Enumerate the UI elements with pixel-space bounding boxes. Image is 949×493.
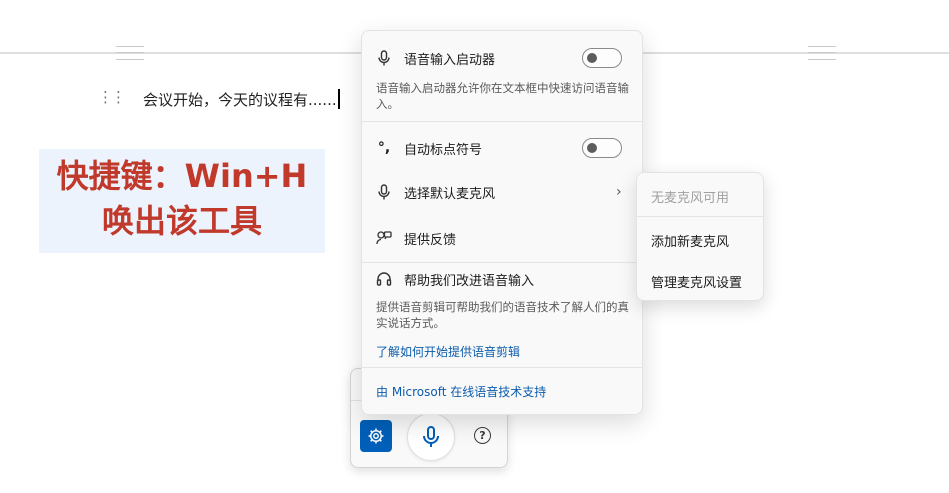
select-microphone-label: 选择默认麦克风 [404,186,496,202]
feedback-icon [376,230,392,246]
launcher-description: 语音输入启动器允许你在文本框中快速访问语音输入。 [376,81,629,111]
improve-voice-description: 提供语音剪辑可帮助我们的语音技术了解人们的真实说话方式。 [376,300,629,330]
chevron-right-icon: › [616,184,622,200]
auto-punctuation-label: 自动标点符号 [404,142,483,158]
add-microphone-item[interactable]: 添加新麦克风 [651,231,729,250]
select-microphone-item[interactable]: 选择默认麦克风 › [362,181,642,203]
feedback-item[interactable]: 提供反馈 [362,227,642,249]
voice-settings-menu: 语音输入启动器 语音输入启动器允许你在文本框中快速访问语音输入。 °, 自动标点… [361,30,643,415]
submenu-separator [637,216,763,217]
improve-voice-row: 帮助我们改进语音输入 [362,268,642,290]
banner-line-2: 唤出该工具 [101,202,262,240]
microphone-button[interactable] [407,413,455,461]
headset-icon [376,271,392,287]
menu-separator [362,367,642,368]
text-caret [337,89,340,109]
learn-voice-clips-link[interactable]: 了解如何开始提供语音剪辑 [376,343,520,360]
menu-separator [362,262,642,263]
document-text: 会议开始，今天的议程有...... [143,91,337,109]
banner-line-1: 快捷键：Win+H [56,157,308,195]
punctuation-icon: °, [377,140,391,156]
drag-handle-icon[interactable]: ⋮⋮ [98,88,126,106]
launcher-row: 语音输入启动器 [362,47,642,69]
shortcut-banner: 快捷键：Win+H 唤出该工具 [39,149,325,253]
launcher-label: 语音输入启动器 [404,52,496,68]
microphone-icon [376,184,392,200]
feedback-label: 提供反馈 [404,232,457,248]
auto-punctuation-toggle[interactable] [582,138,622,158]
microphone-icon [423,426,439,447]
document-text-line[interactable]: 会议开始，今天的议程有...... [143,89,340,110]
powered-by-microsoft-link[interactable]: 由 Microsoft 在线语音技术支持 [376,383,546,400]
no-microphone-item: 无麦克风可用 [651,191,730,206]
menu-separator [362,121,642,122]
help-button[interactable]: ? [474,427,491,444]
auto-punctuation-row[interactable]: °, 自动标点符号 [362,137,642,159]
margin-marker-left [116,46,144,60]
microphone-icon [376,50,392,66]
manage-microphone-settings-item[interactable]: 管理麦克风设置 [651,272,742,291]
launcher-toggle[interactable] [582,48,622,68]
improve-voice-label: 帮助我们改进语音输入 [404,273,535,289]
settings-button[interactable] [360,420,392,452]
margin-marker-right [808,46,836,60]
gear-icon [368,428,384,444]
microphone-submenu: 无麦克风可用 添加新麦克风 管理麦克风设置 [636,172,764,301]
